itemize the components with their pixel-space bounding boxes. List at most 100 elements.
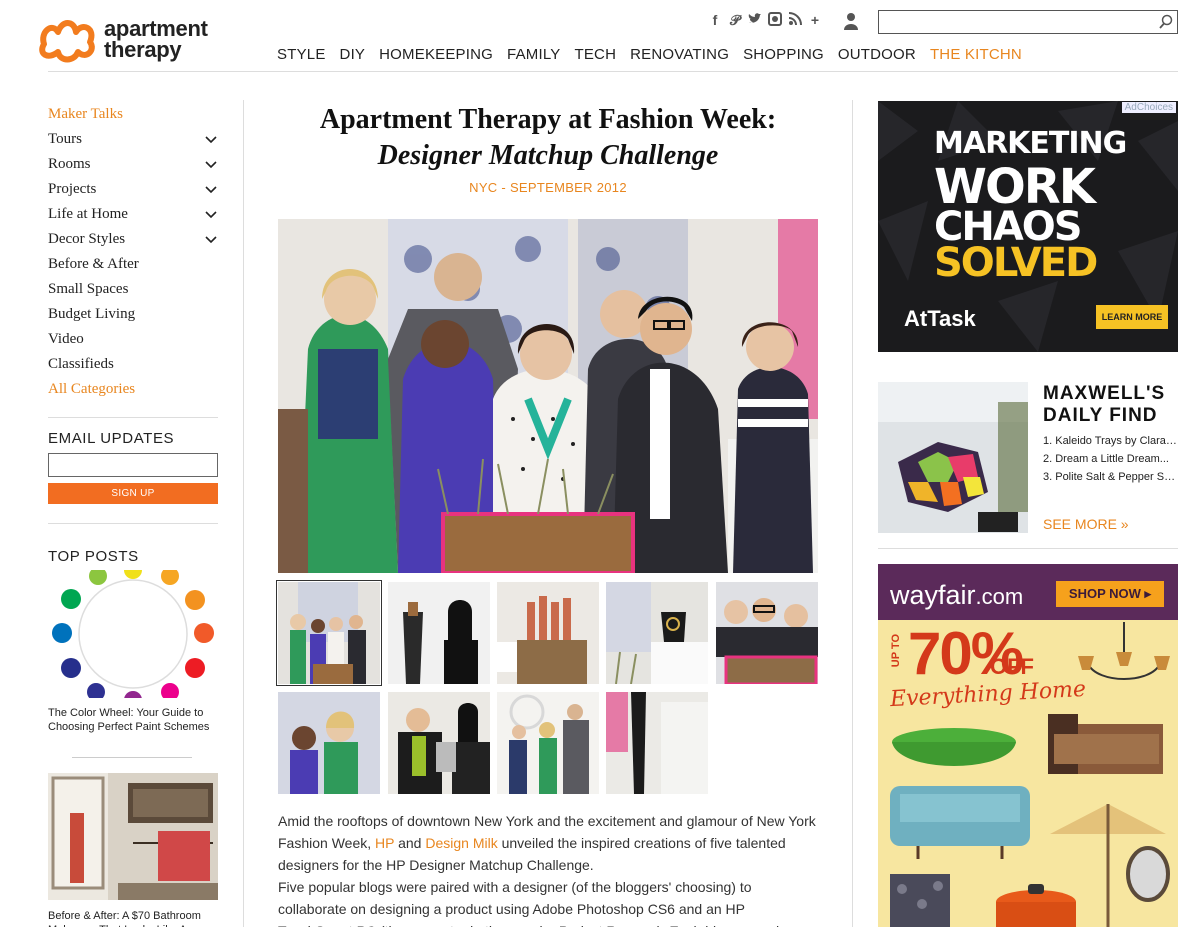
sidebar-item-label: Life at Home (48, 206, 128, 222)
attask-logo: AtTask (904, 306, 976, 331)
nav-homekeeping[interactable]: HOMEKEEPING (379, 46, 493, 63)
sidebar-item-decor-styles[interactable]: Decor Styles (48, 229, 218, 254)
hero-photo[interactable] (278, 219, 818, 573)
right-column-divider-h (878, 548, 1178, 549)
gallery-thumbnail[interactable] (497, 582, 599, 684)
ad-headline-4: SOLVED (934, 240, 1098, 286)
sidebar-item-label: Rooms (48, 156, 91, 172)
sidebar-item-label: Decor Styles (48, 231, 126, 247)
left-column-divider (243, 100, 244, 927)
nav-diy[interactable]: DIY (340, 46, 366, 63)
design-milk-link[interactable]: Design Milk (425, 835, 497, 851)
wayfair-ad[interactable]: wayfair.com SHOP NOW ▸ UP TO 70% OFF Eve… (878, 564, 1178, 927)
chevron-down-icon[interactable] (205, 161, 217, 169)
article-subtitle: Designer Matchup Challenge (377, 140, 719, 171)
adchoices-badge[interactable]: AdChoices (1121, 102, 1176, 113)
chevron-down-icon[interactable] (205, 136, 217, 144)
category-nav: Maker Talks Tours Rooms Projects Life at… (48, 104, 218, 404)
header-divider (48, 71, 1178, 72)
p1-text-b: and (394, 835, 426, 851)
sidebar-item-label: Video (48, 331, 84, 347)
search-icon[interactable] (1159, 14, 1173, 30)
list-item[interactable]: 3. Polite Salt & Pepper Shakers (1043, 468, 1177, 486)
chevron-down-icon[interactable] (205, 186, 217, 194)
ad-headline-1: MARKETING (934, 126, 1127, 161)
gallery-thumbnail[interactable] (497, 692, 599, 794)
sidebar-item-before-after[interactable]: Before & After (48, 254, 218, 279)
search-input[interactable] (879, 11, 1149, 33)
social-links: f 𝒫 + (708, 12, 822, 28)
list-item[interactable]: 2. Dream a Little Dream... (1043, 450, 1177, 468)
maxwell-list: 1. Kaleido Trays by Clara von Zweigbergk… (1043, 432, 1177, 486)
email-field[interactable] (48, 453, 218, 477)
site-logo[interactable]: apartment therapy (38, 14, 208, 64)
sidebar-item-rooms[interactable]: Rooms (48, 154, 218, 179)
gallery-thumbnail[interactable] (606, 582, 708, 684)
gallery-thumbnail[interactable] (388, 582, 490, 684)
instagram-icon[interactable] (768, 12, 782, 28)
sidebar-item-maker-talks[interactable]: Maker Talks (48, 104, 218, 129)
sidebar-item-label: Tours (48, 131, 82, 147)
logo-line1: apartment (104, 16, 208, 41)
top-post-bathroom-image[interactable] (48, 773, 218, 900)
maxwell-title-line2: DAILY FIND (1043, 405, 1158, 426)
attask-ad[interactable]: AdChoices MARKETING WORK CHAOS SOLVED At… (878, 101, 1178, 352)
plus-icon[interactable]: + (808, 12, 822, 28)
maxwell-daily-find-image[interactable] (878, 382, 1028, 533)
article-paragraph: Five popular blogs were paired with a de… (278, 879, 779, 927)
sidebar-item-life-at-home[interactable]: Life at Home (48, 204, 218, 229)
user-icon[interactable] (844, 12, 858, 30)
nav-style[interactable]: STYLE (277, 46, 326, 63)
sidebar-item-small-spaces[interactable]: Small Spaces (48, 279, 218, 304)
sidebar-item-all-categories[interactable]: All Categories (48, 379, 218, 404)
sidebar-item-budget-living[interactable]: Budget Living (48, 304, 218, 329)
gallery-thumbnail[interactable] (716, 582, 818, 684)
sidebar-divider (48, 417, 218, 418)
gallery-thumbnail[interactable] (278, 692, 380, 794)
article-body: Amid the rooftops of downtown New York a… (278, 810, 818, 927)
sidebar-item-label: Projects (48, 181, 97, 197)
gallery-thumbnail[interactable] (388, 692, 490, 794)
nav-the-kitchn[interactable]: THE KITCHN (930, 46, 1022, 63)
chevron-down-icon[interactable] (205, 236, 217, 244)
main-nav: STYLE DIY HOMEKEEPING FAMILY TECH RENOVA… (277, 46, 1036, 63)
right-column-divider (852, 100, 853, 927)
article-dateline: NYC - SEPTEMBER 2012 (469, 180, 627, 195)
sidebar-item-label: All Categories (48, 381, 136, 397)
see-more-link[interactable]: SEE MORE » (1043, 516, 1129, 532)
nav-family[interactable]: FAMILY (507, 46, 560, 63)
nav-tech[interactable]: TECH (574, 46, 616, 63)
article-paragraph: Amid the rooftops of downtown New York a… (278, 810, 818, 876)
sidebar-item-label: Maker Talks (48, 106, 123, 122)
nav-renovating[interactable]: RENOVATING (630, 46, 729, 63)
sidebar-item-label: Classifieds (48, 356, 114, 372)
gallery-thumbnail[interactable] (276, 580, 382, 686)
nav-outdoor[interactable]: OUTDOOR (838, 46, 916, 63)
gallery-thumbnail[interactable] (606, 692, 708, 794)
chevron-down-icon[interactable] (205, 211, 217, 219)
learn-more-button[interactable]: LEARN MORE (1096, 305, 1168, 329)
search-box (878, 10, 1178, 34)
sidebar-item-tours[interactable]: Tours (48, 129, 218, 154)
nav-shopping[interactable]: SHOPPING (743, 46, 824, 63)
rss-icon[interactable] (788, 12, 802, 28)
top-post-2-link[interactable]: Before & After: A $70 Bathroom Makeover … (48, 909, 218, 927)
logo-line2: therapy (104, 37, 182, 62)
wayfair-products-illustration (890, 622, 1170, 927)
top-post-color-wheel-image[interactable] (48, 570, 218, 698)
sidebar-item-projects[interactable]: Projects (48, 179, 218, 204)
sidebar-item-classifieds[interactable]: Classifieds (48, 354, 218, 379)
sidebar-item-label: Before & After (48, 256, 139, 272)
top-posts-title: TOP POSTS (48, 548, 139, 565)
top-posts-divider (72, 757, 192, 758)
logo-mark-icon (39, 20, 95, 63)
signup-button[interactable]: SIGN UP (48, 483, 218, 504)
pinterest-icon[interactable]: 𝒫 (728, 12, 742, 28)
list-item[interactable]: 1. Kaleido Trays by Clara von Zweigbergk (1043, 432, 1177, 450)
sidebar-item-label: Budget Living (48, 306, 136, 322)
twitter-icon[interactable] (748, 12, 762, 28)
top-post-1-link[interactable]: The Color Wheel: Your Guide to Choosing … (48, 706, 218, 734)
hp-link[interactable]: HP (375, 835, 394, 851)
sidebar-item-video[interactable]: Video (48, 329, 218, 354)
facebook-icon[interactable]: f (708, 12, 722, 28)
